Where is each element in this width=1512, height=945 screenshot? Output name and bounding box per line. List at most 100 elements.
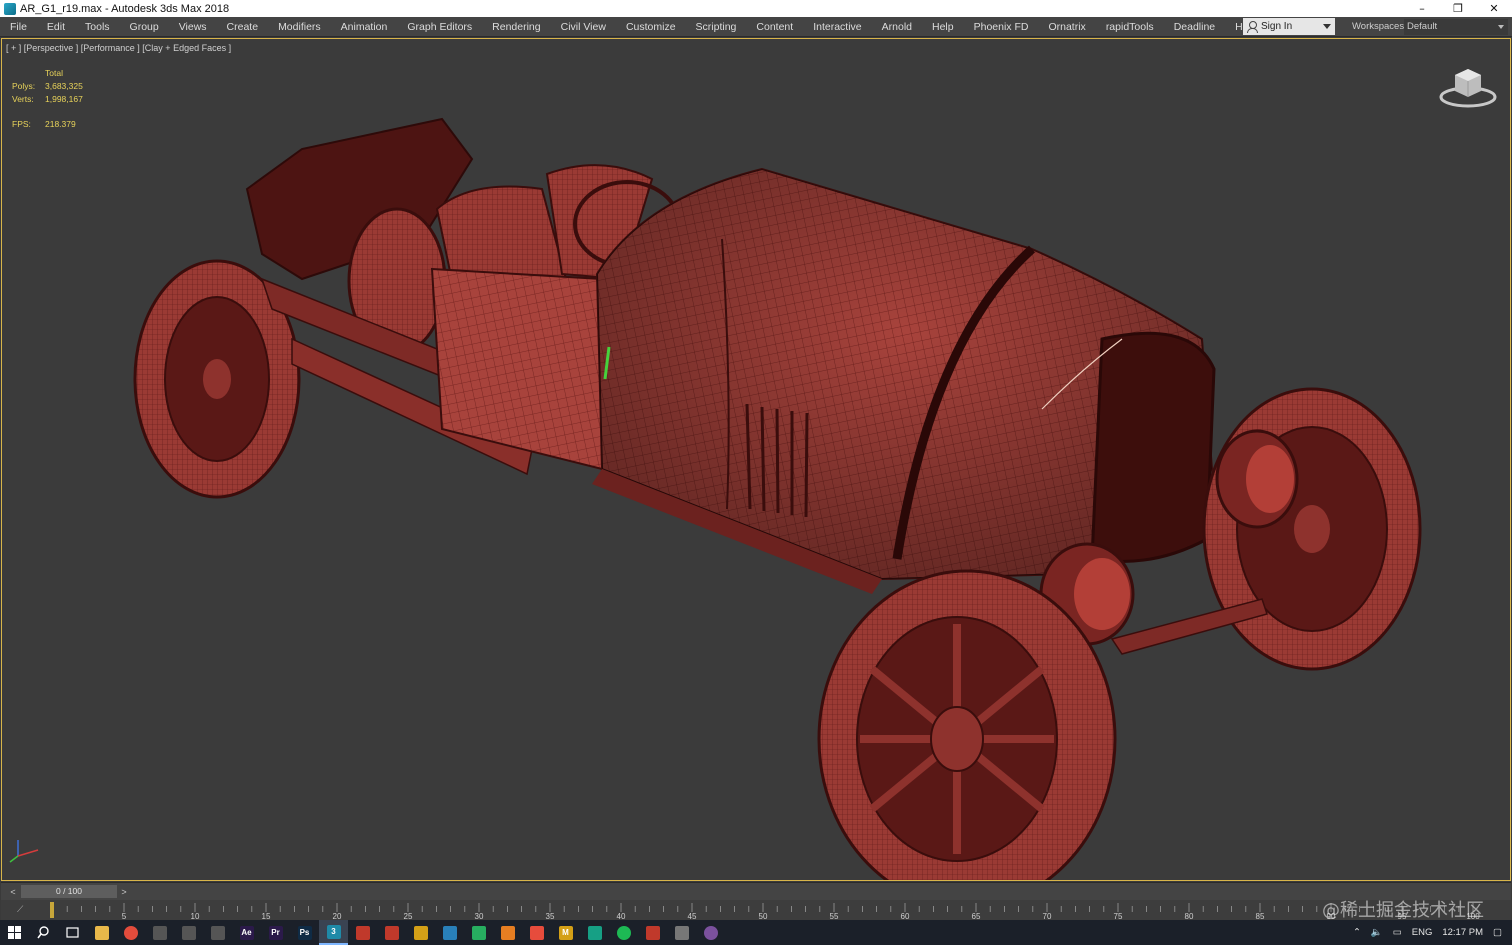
app-taskbar-button-2[interactable] (174, 920, 203, 945)
close-button[interactable]: ✕ (1476, 2, 1512, 15)
curve-editor-icon[interactable]: ⟋ (17, 904, 23, 915)
menu-deadline[interactable]: Deadline (1164, 21, 1225, 33)
app-taskbar-button-6[interactable] (406, 920, 435, 945)
search-icon (37, 926, 51, 940)
menu-views[interactable]: Views (169, 21, 217, 33)
viewport-label[interactable]: [ + ] [Perspective ] [Performance ] [Cla… (6, 43, 231, 53)
windows-start-icon (8, 926, 22, 940)
chrome-taskbar-button[interactable] (116, 920, 145, 945)
premiere-taskbar-button[interactable]: Pr (261, 920, 290, 945)
perspective-viewport[interactable]: [ + ] [Perspective ] [Performance ] [Cla… (1, 38, 1511, 881)
menu-scripting[interactable]: Scripting (686, 21, 747, 33)
app-taskbar-button-9[interactable] (522, 920, 551, 945)
chrome-icon (123, 925, 138, 940)
app-taskbar-button-5[interactable] (377, 920, 406, 945)
mari-taskbar-button[interactable]: M (551, 920, 580, 945)
user-icon (1247, 21, 1258, 33)
menu-rendering[interactable]: Rendering (482, 21, 550, 33)
app-icon-9 (529, 925, 544, 940)
menu-arnold[interactable]: Arnold (872, 21, 922, 33)
app-icon-8 (471, 925, 486, 940)
system-tray: ⌃ 🔈 ▭ ENG 12:17 PM ▢ (1348, 920, 1512, 945)
window-title: AR_G1_r19.max - Autodesk 3ds Max 2018 (20, 2, 230, 15)
frame-tick-label: 65 (972, 912, 981, 920)
frame-tick-label: 45 (688, 912, 697, 920)
menu-customize[interactable]: Customize (616, 21, 686, 33)
menu-graph-editors[interactable]: Graph Editors (397, 21, 482, 33)
workspace-value: Default (1407, 21, 1438, 32)
track-bar[interactable]: ⟋ 5 10 15 20 25 30 35 40 45 50 55 60 65 70 75 80 85 90 95 1… (1, 900, 1511, 920)
language-indicator[interactable]: ENG (1412, 927, 1433, 938)
frame-tick-label: 75 (1114, 912, 1123, 920)
chevron-up-icon[interactable]: ⌃ (1353, 927, 1361, 938)
file-explorer-taskbar-button[interactable] (87, 920, 116, 945)
menu-help[interactable]: Help (922, 21, 964, 33)
task-view-taskbar-button[interactable] (58, 920, 87, 945)
app-taskbar-button-12[interactable] (667, 920, 696, 945)
menu-ornatrix[interactable]: Ornatrix (1038, 21, 1095, 33)
viber-icon (703, 925, 718, 940)
menu-create[interactable]: Create (217, 21, 269, 33)
sign-in-button[interactable]: Sign In (1243, 18, 1335, 35)
app-taskbar-button-11[interactable] (638, 920, 667, 945)
next-frame-button[interactable]: > (118, 886, 130, 898)
houdini-icon (500, 925, 515, 940)
3ds-max-taskbar-button[interactable]: 3 (319, 920, 348, 945)
time-slider[interactable]: 0 / 100 (21, 885, 117, 898)
verts-label: Verts: (12, 94, 34, 104)
app-icon-6 (413, 925, 428, 940)
premiere-icon: Pr (268, 925, 283, 940)
radiator (1090, 331, 1216, 563)
windows-start-taskbar-button[interactable] (0, 920, 29, 945)
houdini-taskbar-button[interactable] (493, 920, 522, 945)
menu-group[interactable]: Group (120, 21, 169, 33)
minimize-button[interactable]: – (1404, 2, 1440, 15)
menu-content[interactable]: Content (746, 21, 803, 33)
front-right-wheel (1202, 387, 1422, 671)
chevron-down-icon (1323, 24, 1331, 29)
app-icon-12 (674, 925, 689, 940)
previous-frame-button[interactable]: < (7, 886, 19, 898)
volume-icon[interactable]: 🔈 (1371, 927, 1383, 938)
playhead[interactable] (50, 902, 54, 918)
search-taskbar-button[interactable] (29, 920, 58, 945)
menu-phoenix-fd[interactable]: Phoenix FD (964, 21, 1039, 33)
title-bar: AR_G1_r19.max - Autodesk 3ds Max 2018 – … (0, 0, 1512, 17)
time-slider-bar: < 0 / 100 > (1, 882, 1511, 900)
app-taskbar-button-8[interactable] (464, 920, 493, 945)
menu-interactive[interactable]: Interactive (803, 21, 871, 33)
viewcube-icon[interactable] (1438, 63, 1498, 111)
menu-animation[interactable]: Animation (331, 21, 398, 33)
polys-label: Polys: (12, 81, 36, 91)
photoshop-taskbar-button[interactable]: Ps (290, 920, 319, 945)
app-taskbar-button-3[interactable] (203, 920, 232, 945)
app-taskbar-button-1[interactable] (145, 920, 174, 945)
after-effects-taskbar-button[interactable]: Ae (232, 920, 261, 945)
frame-tick-label: 20 (333, 912, 342, 920)
app-taskbar-button-4[interactable] (348, 920, 377, 945)
clock[interactable]: 12:17 PM (1442, 927, 1483, 938)
fps-label: FPS: (12, 119, 31, 129)
photoshop-icon: Ps (297, 925, 312, 940)
polys-value: 3,683,325 (45, 81, 83, 91)
3ds-max-icon: 3 (326, 924, 341, 939)
app-taskbar-button-10[interactable] (580, 920, 609, 945)
restore-button[interactable]: ❐ (1440, 2, 1476, 15)
frame-tick-label: 30 (475, 912, 484, 920)
menu-edit[interactable]: Edit (37, 21, 75, 33)
spotify-taskbar-button[interactable] (609, 920, 638, 945)
menu-tools[interactable]: Tools (75, 21, 120, 33)
menu-file[interactable]: File (0, 21, 37, 33)
workspaces-dropdown[interactable]: Default (1404, 19, 1508, 35)
network-icon[interactable]: ▭ (1393, 927, 1402, 938)
app-taskbar-button-7[interactable] (435, 920, 464, 945)
menu-rapidtools[interactable]: rapidTools (1096, 21, 1164, 33)
app-icon-4 (355, 925, 370, 940)
frame-tick-label: 10 (191, 912, 200, 920)
frame-tick-label: 80 (1185, 912, 1194, 920)
frame-tick-label: 40 (617, 912, 626, 920)
notifications-icon[interactable]: ▢ (1493, 927, 1502, 938)
viber-taskbar-button[interactable] (696, 920, 725, 945)
menu-modifiers[interactable]: Modifiers (268, 21, 331, 33)
menu-civil-view[interactable]: Civil View (551, 21, 616, 33)
